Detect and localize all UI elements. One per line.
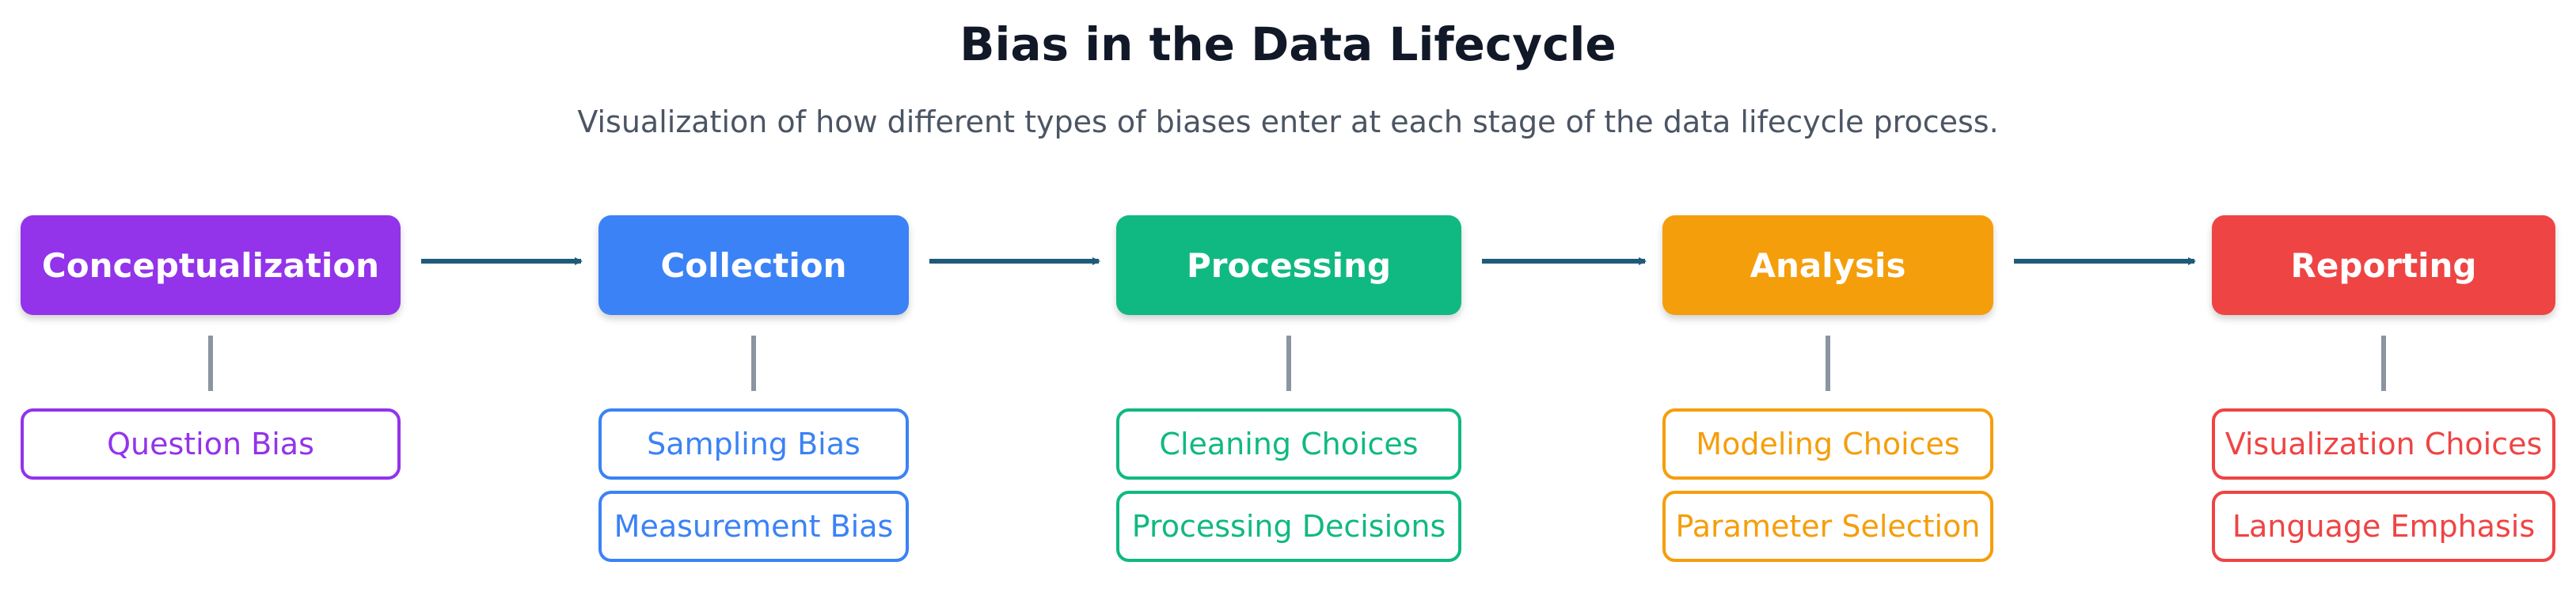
stage-collection: Collection	[598, 215, 909, 315]
stage-connector	[751, 336, 756, 391]
stage-connector	[1826, 336, 1830, 391]
bias-item: Sampling Bias	[598, 408, 909, 480]
stage-connector	[208, 336, 213, 391]
bias-item: Processing Decisions	[1116, 491, 1461, 562]
stage-analysis: Analysis	[1662, 215, 1993, 315]
stage-connector	[1286, 336, 1291, 391]
stage-processing: Processing	[1116, 215, 1461, 315]
stage-conceptualization: Conceptualization	[21, 215, 401, 315]
bias-item: Language Emphasis	[2212, 491, 2555, 562]
bias-item: Modeling Choices	[1662, 408, 1993, 480]
stage-reporting: Reporting	[2212, 215, 2555, 315]
bias-item: Parameter Selection	[1662, 491, 1993, 562]
bias-item: Measurement Bias	[598, 491, 909, 562]
bias-item: Question Bias	[21, 408, 401, 480]
bias-item: Cleaning Choices	[1116, 408, 1461, 480]
bias-item: Visualization Choices	[2212, 408, 2555, 480]
stage-connector	[2381, 336, 2386, 391]
